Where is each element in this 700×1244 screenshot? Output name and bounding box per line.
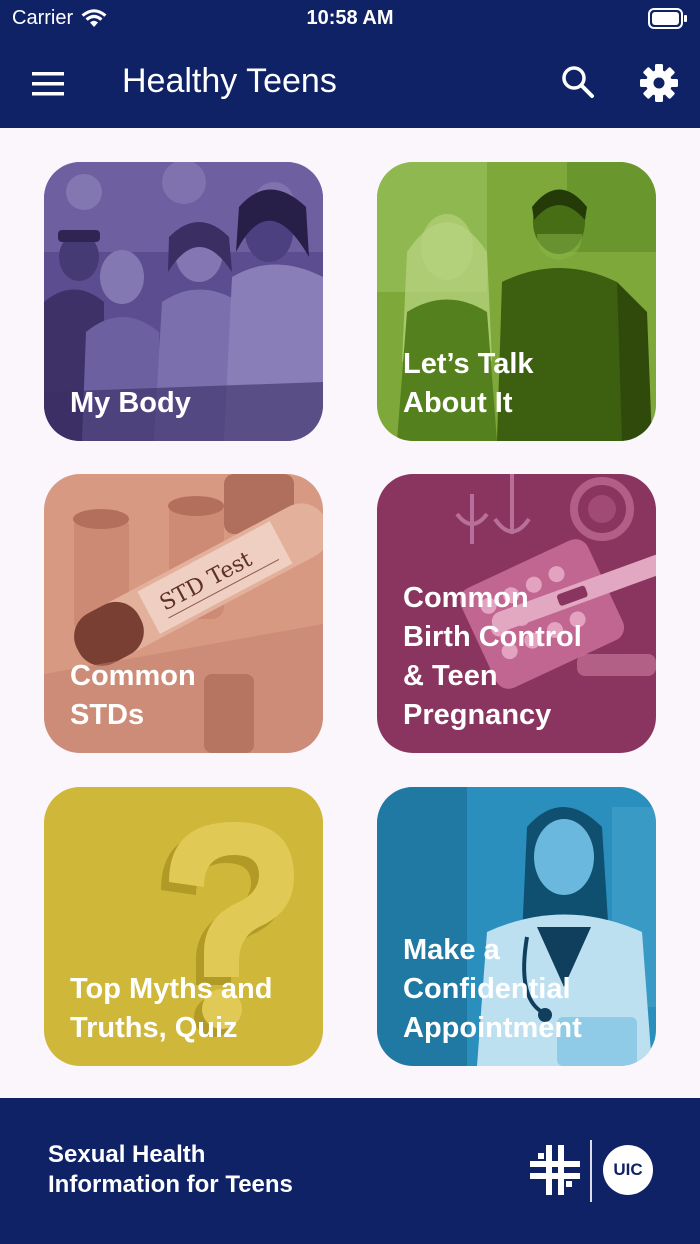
tile-birth-control[interactable]: Common Birth Control & Teen Pregnancy — [377, 474, 656, 753]
status-bar: Carrier 10:58 AM — [0, 0, 700, 40]
top-app-bar: Healthy Teens — [0, 40, 700, 128]
tile-myths-quiz[interactable]: Top Myths and Truths, Quiz — [44, 787, 323, 1066]
battery-icon — [648, 8, 687, 29]
footer-tagline: Sexual Health Information for Teens — [48, 1141, 293, 1198]
status-time: 10:58 AM — [306, 7, 394, 29]
tile-label: Make a Confidential Appointment — [403, 934, 582, 1044]
tile-my-body[interactable]: My Body — [44, 162, 323, 441]
tile-label: Top Myths and Truths, Quiz — [70, 973, 273, 1044]
page-title: Healthy Teens — [122, 62, 337, 100]
logo-divider — [590, 1140, 592, 1202]
tile-label: My Body — [70, 387, 191, 419]
tile-lets-talk[interactable]: Let’s Talk About It — [377, 162, 656, 441]
hamburger-menu-icon[interactable] — [28, 66, 68, 102]
tile-label: Common STDs — [70, 660, 196, 731]
topic-grid: My Body Let’s Talk About It STD Test Com… — [44, 162, 656, 1066]
tile-appointment[interactable]: Make a Confidential Appointment — [377, 787, 656, 1066]
health-cross-logo-icon — [530, 1145, 580, 1195]
tile-label: Common Birth Control & Teen Pregnancy — [403, 582, 582, 731]
gear-icon[interactable] — [638, 62, 680, 104]
uic-logo: UIC — [603, 1145, 653, 1195]
search-icon[interactable] — [558, 62, 598, 102]
footer-banner: Sexual Health Information for Teens UIC — [0, 1098, 700, 1244]
tile-common-stds[interactable]: STD Test Common STDs — [44, 474, 323, 753]
tile-label: Let’s Talk About It — [403, 348, 534, 419]
